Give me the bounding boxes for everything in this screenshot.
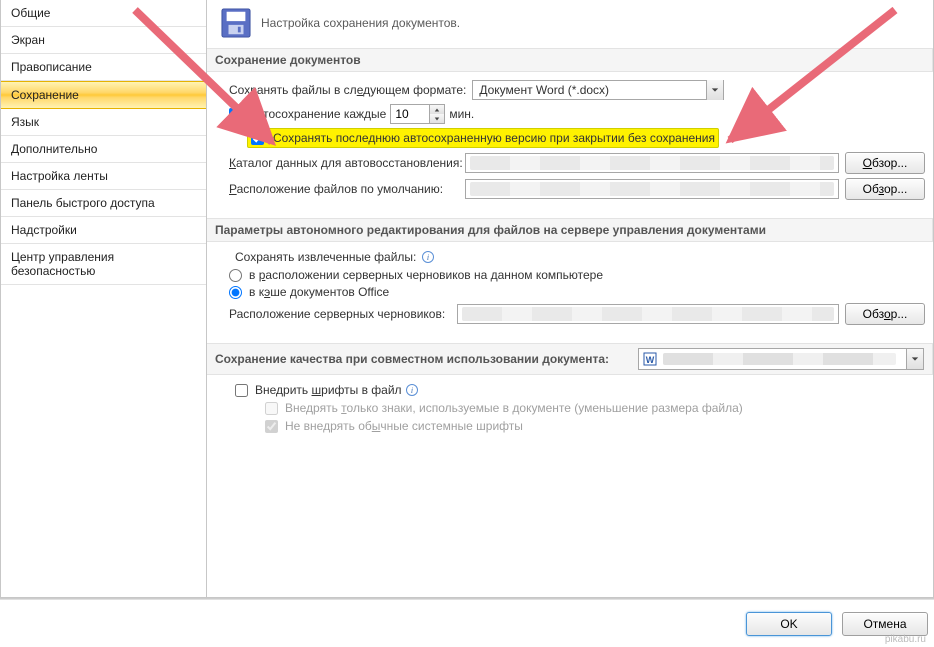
- info-icon[interactable]: i: [406, 384, 418, 396]
- label-save-checkedout: Сохранять извлеченные файлы:: [235, 250, 416, 264]
- spinner-autosave-minutes[interactable]: [390, 104, 445, 124]
- input-autorecovery-path[interactable]: [465, 153, 839, 173]
- dialog-footer: OK Отмена: [0, 599, 934, 647]
- sidebar-item-save[interactable]: Сохранение: [1, 81, 206, 109]
- label-not-embed-common: Не внедрять обычные системные шрифты: [285, 419, 523, 433]
- input-server-drafts-location[interactable]: [457, 304, 839, 324]
- browse-server-drafts-button[interactable]: Обзор...: [845, 303, 925, 325]
- sidebar-item-label: Язык: [11, 115, 39, 129]
- save-disk-icon: [221, 8, 251, 38]
- combo-save-format[interactable]: Документ Word (*.docx): [472, 80, 724, 100]
- sidebar: Общие Экран Правописание Сохранение Язык…: [0, 0, 207, 598]
- group-header-quality: Сохранение качества при совместном испол…: [207, 343, 933, 375]
- ok-button[interactable]: OK: [746, 612, 832, 636]
- sidebar-item-label: Панель быстрого доступа: [11, 196, 155, 210]
- combo-document-selector[interactable]: W: [638, 348, 924, 370]
- radio-office-document-cache[interactable]: [229, 286, 242, 299]
- sidebar-item-label: Общие: [11, 6, 50, 20]
- svg-text:W: W: [646, 355, 655, 365]
- checkbox-autosave-every[interactable]: [229, 108, 242, 121]
- group-header-offline-editing: Параметры автономного редактирования для…: [207, 218, 933, 242]
- radio-server-drafts-folder[interactable]: [229, 269, 242, 282]
- label-embed-fonts: Внедрить шрифты в файл: [255, 383, 402, 397]
- sidebar-item-label: Настройка ленты: [11, 169, 108, 183]
- input-default-file-location[interactable]: [465, 179, 839, 199]
- svg-text:i: i: [427, 253, 429, 262]
- highlighted-option: Сохранять последнюю автосохраненную верс…: [247, 128, 719, 148]
- sidebar-item-label: Экран: [11, 33, 45, 47]
- label-save-format: Сохранять файлы в следующем формате:: [229, 83, 466, 97]
- sidebar-item-label: Дополнительно: [11, 142, 97, 156]
- group-header-save-documents: Сохранение документов: [207, 48, 933, 72]
- spinner-down-icon[interactable]: [430, 114, 444, 123]
- watermark: pikabu.ru: [885, 634, 926, 645]
- label-autosave-unit: мин.: [449, 107, 474, 121]
- browse-autorecovery-button[interactable]: Обзор...: [845, 152, 925, 174]
- sidebar-item-proofing[interactable]: Правописание: [1, 54, 206, 81]
- svg-text:i: i: [410, 386, 412, 395]
- input-autosave-minutes[interactable]: [391, 105, 429, 123]
- sidebar-item-display[interactable]: Экран: [1, 27, 206, 54]
- label-default-file-location: Расположение файлов по умолчанию:: [229, 182, 459, 196]
- label-server-drafts-folder: в расположении серверных черновиков на д…: [249, 268, 603, 282]
- label-autosave-every: Автосохранение каждые: [249, 107, 386, 121]
- content-panel: Настройка сохранения документов. Сохране…: [207, 0, 934, 598]
- cancel-button[interactable]: Отмена: [842, 612, 928, 636]
- browse-default-location-button[interactable]: Обзор...: [845, 178, 925, 200]
- sidebar-item-trust-center[interactable]: Центр управления безопасностью: [1, 244, 206, 285]
- spinner-up-icon[interactable]: [430, 105, 444, 114]
- checkbox-embed-fonts[interactable]: [235, 384, 248, 397]
- combo-save-format-value: Документ Word (*.docx): [479, 83, 609, 97]
- label-server-drafts-location: Расположение серверных черновиков:: [229, 307, 451, 321]
- sidebar-item-general[interactable]: Общие: [1, 0, 206, 27]
- page-title: Настройка сохранения документов.: [261, 16, 460, 30]
- checkbox-keep-last-autosaved[interactable]: [251, 132, 264, 145]
- chevron-down-icon[interactable]: [906, 349, 923, 369]
- word-document-icon: W: [643, 352, 657, 366]
- label-embed-only-used: Внедрять только знаки, используемые в до…: [285, 401, 743, 415]
- checkbox-embed-only-used: [265, 402, 278, 415]
- sidebar-item-label: Надстройки: [11, 223, 77, 237]
- label-keep-last-autosaved: Сохранять последнюю автосохраненную верс…: [273, 131, 715, 145]
- sidebar-item-label: Правописание: [11, 60, 92, 74]
- chevron-down-icon[interactable]: [706, 80, 723, 100]
- sidebar-item-language[interactable]: Язык: [1, 109, 206, 136]
- info-icon[interactable]: i: [422, 251, 434, 263]
- sidebar-item-customize-ribbon[interactable]: Настройка ленты: [1, 163, 206, 190]
- sidebar-item-label: Центр управления безопасностью: [11, 250, 114, 278]
- sidebar-item-quick-access[interactable]: Панель быстрого доступа: [1, 190, 206, 217]
- checkbox-not-embed-common: [265, 420, 278, 433]
- label-office-document-cache: в кэше документов Office: [249, 285, 389, 299]
- sidebar-item-addins[interactable]: Надстройки: [1, 217, 206, 244]
- sidebar-item-label: Сохранение: [11, 88, 79, 102]
- label-autorecovery-path: Каталог данных для автовосстановления:: [229, 156, 459, 170]
- sidebar-item-advanced[interactable]: Дополнительно: [1, 136, 206, 163]
